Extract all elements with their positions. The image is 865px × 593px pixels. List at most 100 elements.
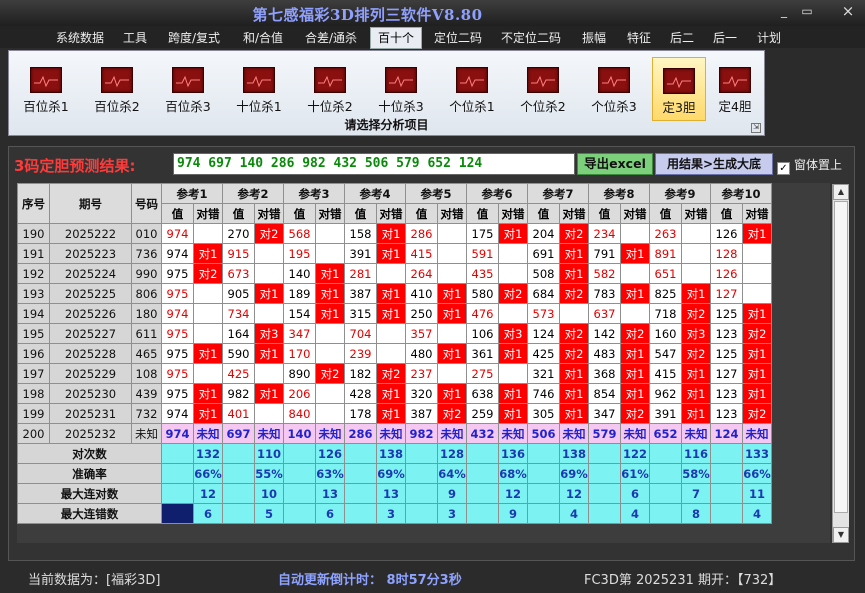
restore-icon[interactable]: ▭	[797, 4, 817, 18]
tool-units-kill-3[interactable]: 个位杀3	[584, 63, 644, 115]
menu-plan[interactable]: 计划	[754, 29, 784, 47]
tool-tens-kill-1[interactable]: 十位杀1	[229, 63, 289, 115]
col-header-value[interactable]: 值	[649, 203, 682, 224]
col-header-hit[interactable]: 对错	[193, 203, 223, 224]
menu-span[interactable]: 跨度/复式	[163, 29, 225, 47]
tool-units-kill-2[interactable]: 个位杀2	[513, 63, 573, 115]
menu-features[interactable]: 特征	[622, 29, 656, 47]
cell-hit: 对1	[437, 283, 467, 304]
close-icon[interactable]: ×	[838, 2, 858, 20]
menu-last-one[interactable]: 后一	[710, 29, 740, 47]
cell-hit	[620, 263, 650, 284]
cell-value: 234	[588, 223, 621, 244]
col-header-hit[interactable]: 对错	[254, 203, 284, 224]
table-row[interactable]: 190 2025222 010 974 270 对2 568 158 对1 286 175 对1 204…	[17, 223, 772, 244]
col-header-hit[interactable]: 对错	[681, 203, 711, 224]
tool-hundreds-kill-1[interactable]: 百位杀1	[16, 63, 76, 115]
menu-last-two[interactable]: 后二	[667, 29, 697, 47]
stats-spacer	[222, 503, 255, 524]
col-header-hit[interactable]: 对错	[498, 203, 528, 224]
stats-spacer	[466, 443, 499, 464]
scroll-down-icon[interactable]: ▼	[833, 527, 849, 543]
cell-value: 573	[527, 303, 560, 324]
menu-amplitude[interactable]: 振幅	[577, 29, 611, 47]
col-header-ref[interactable]: 参考10	[710, 183, 772, 204]
menu-position-two[interactable]: 定位二码	[430, 29, 486, 47]
cell-hit: 未知	[376, 423, 406, 444]
col-header-ref[interactable]: 参考4	[344, 183, 406, 204]
scroll-thumb[interactable]	[834, 201, 848, 513]
menu-hundreds-tens-units[interactable]: 百十个	[370, 27, 422, 49]
minimize-icon[interactable]: _	[774, 4, 794, 18]
tool-hundreds-kill-2[interactable]: 百位杀2	[87, 63, 147, 115]
menu-diff-kill[interactable]: 合差/通杀	[300, 29, 362, 47]
col-header-hit[interactable]: 对错	[620, 203, 650, 224]
menu-sum[interactable]: 和/合值	[237, 29, 289, 47]
tool-tens-kill-3[interactable]: 十位杀3	[371, 63, 431, 115]
col-header-hit[interactable]: 对错	[376, 203, 406, 224]
col-header-hit[interactable]: 对错	[315, 203, 345, 224]
col-header-ref[interactable]: 参考2	[222, 183, 284, 204]
export-excel-button[interactable]: 导出excel	[577, 153, 653, 175]
table-row[interactable]: 199 2025231 732 974 对1 401 840 178 对1 387 对2 259 对1 3…	[17, 403, 772, 424]
table-row[interactable]: 197 2025229 108 975 425 890 对2 182 对2 237 275 321 对1…	[17, 363, 772, 384]
result-field[interactable]: 974 697 140 286 982 432 506 579 652 124	[173, 153, 575, 175]
cell-hit: 对1	[315, 283, 345, 304]
cell-hit: 对1	[376, 243, 406, 264]
col-header-hit[interactable]: 对错	[437, 203, 467, 224]
col-header-value[interactable]: 值	[466, 203, 499, 224]
table-row[interactable]: 198 2025230 439 975 对1 982 对1 206 428 对1 320 对1 638 对…	[17, 383, 772, 404]
col-header-ref[interactable]: 参考8	[588, 183, 650, 204]
col-header-value[interactable]: 值	[588, 203, 621, 224]
table-row[interactable]: 193 2025225 806 975 905 对1 189 对1 387 对1 410 对1 580 对…	[17, 283, 772, 304]
window-on-top-checkbox[interactable]: ✓ 窗体置上	[777, 156, 842, 175]
stats-row: 最大连错数 6 5 6 3 3 9 4 4 8 4	[17, 503, 772, 524]
table-row[interactable]: 195 2025227 611 975 164 对3 347 704 357 106 对3 124 对2…	[17, 323, 772, 344]
col-header-ref[interactable]: 参考5	[405, 183, 467, 204]
cell-seq: 191	[17, 243, 50, 264]
vertical-scrollbar[interactable]: ▲ ▼	[832, 184, 849, 543]
menu-system-data[interactable]: 系统数据	[52, 29, 108, 47]
stats-spacer	[344, 503, 377, 524]
menu-tools[interactable]: 工具	[118, 29, 152, 47]
menu-non-position-two[interactable]: 不定位二码	[497, 29, 565, 47]
table-row[interactable]: 200 2025232 未知 974 未知 697 未知 140 未知 286 未知 982 未知 432…	[17, 423, 772, 444]
col-header-seq[interactable]: 序号	[17, 183, 50, 224]
col-header-value[interactable]: 值	[344, 203, 377, 224]
ribbon-caption: 请选择分析项目	[344, 118, 429, 132]
col-header-hit[interactable]: 对错	[559, 203, 589, 224]
cell-value: 127	[710, 283, 743, 304]
col-header-ref[interactable]: 参考3	[283, 183, 345, 204]
table-row[interactable]: 191 2025223 736 974 对1 915 195 391 对1 415 591 691 对1…	[17, 243, 772, 264]
col-header-ref[interactable]: 参考6	[466, 183, 528, 204]
scroll-up-icon[interactable]: ▲	[833, 184, 849, 200]
tool-units-kill-1[interactable]: 个位杀1	[442, 63, 502, 115]
col-header-ref[interactable]: 参考7	[527, 183, 589, 204]
col-header-value[interactable]: 值	[527, 203, 560, 224]
tool-hundreds-kill-3[interactable]: 百位杀3	[158, 63, 218, 115]
stats-value: 122	[620, 443, 650, 464]
generate-base-button[interactable]: 用结果>生成大底	[655, 153, 773, 175]
cell-code: 736	[131, 243, 162, 264]
col-header-value[interactable]: 值	[405, 203, 438, 224]
table-row[interactable]: 196 2025228 465 975 对1 590 对1 170 239 480 对1 361 对1 4…	[17, 343, 772, 364]
col-header-value[interactable]: 值	[283, 203, 316, 224]
cell-hit	[193, 223, 223, 244]
col-header-period[interactable]: 期号	[49, 183, 132, 224]
tool-tens-kill-2[interactable]: 十位杀2	[300, 63, 360, 115]
checkbox-icon[interactable]: ✓	[777, 162, 790, 175]
tool-fix-3-gall[interactable]: 定3胆	[652, 57, 706, 121]
table-row[interactable]: 194 2025226 180 974 734 154 对1 315 对1 250 对1 476 573…	[17, 303, 772, 324]
col-header-ref[interactable]: 参考9	[649, 183, 711, 204]
col-header-value[interactable]: 值	[222, 203, 255, 224]
col-header-value[interactable]: 值	[161, 203, 194, 224]
cell-value: 170	[283, 343, 316, 364]
expand-corner-icon[interactable]: ⇲	[751, 123, 761, 133]
col-header-ref[interactable]: 参考1	[161, 183, 223, 204]
col-header-code[interactable]: 号码	[131, 183, 162, 224]
tool-fix-4-gall[interactable]: 定4胆	[708, 63, 762, 115]
col-header-value[interactable]: 值	[710, 203, 743, 224]
table-row[interactable]: 192 2025224 990 975 对2 673 140 对1 281 264 435 508 对1…	[17, 263, 772, 284]
col-header-hit[interactable]: 对错	[742, 203, 772, 224]
cell-value: 250	[405, 303, 438, 324]
